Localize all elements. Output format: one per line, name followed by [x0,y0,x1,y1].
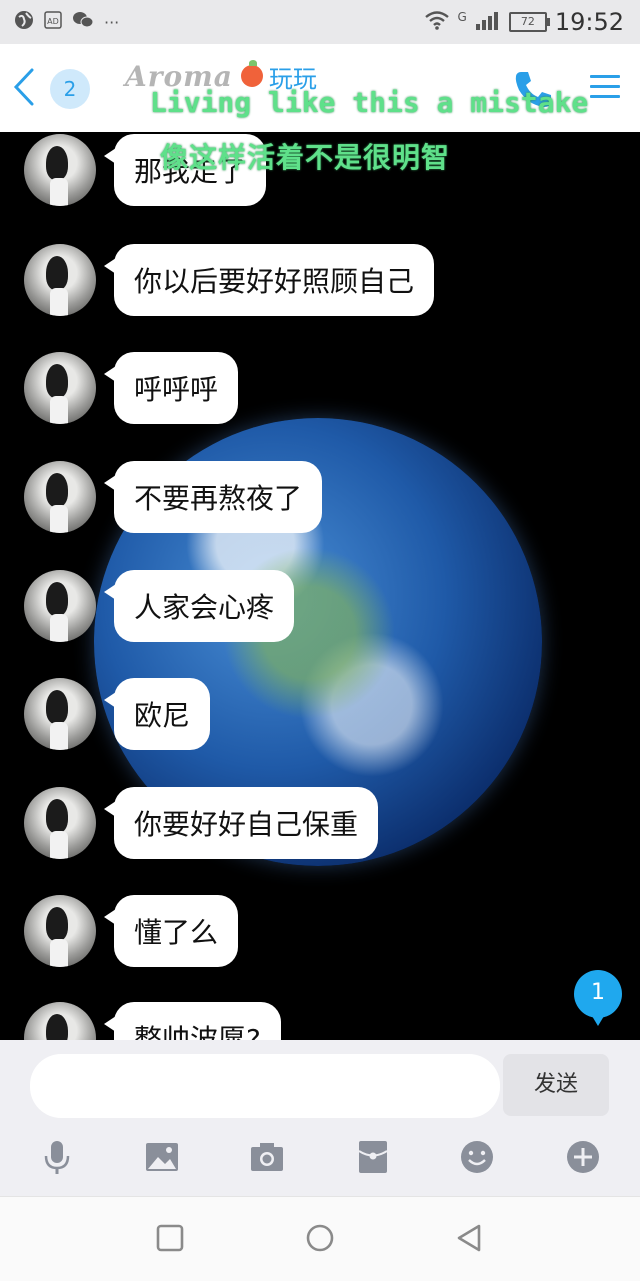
avatar[interactable] [24,570,96,642]
subtitle-chinese: 像这样活着不是很明智 [160,141,451,174]
avatar[interactable] [24,1002,96,1040]
message-bubble[interactable]: 不要再熬夜了 [103,461,323,533]
list-item: 你以后要好好照顾自己 [24,244,435,316]
new-message-badge[interactable]: 1 [574,970,622,1026]
more-dots-icon: ··· [104,12,120,32]
hamburger-menu-icon[interactable] [588,70,622,104]
circle-home-icon[interactable] [303,1221,337,1255]
globe-icon [14,10,34,34]
avatar[interactable] [24,461,96,533]
microphone-icon[interactable] [38,1138,76,1176]
avatar[interactable] [24,244,96,316]
message-input[interactable] [30,1054,500,1118]
avatar[interactable] [24,787,96,859]
plus-icon[interactable] [564,1138,602,1176]
image-icon[interactable] [143,1138,181,1176]
subtitle-english: Living like this a mistake [150,86,589,119]
signal-icon [475,10,501,34]
battery-indicator: 72 [508,12,550,32]
avatar[interactable] [24,134,96,206]
message-bubble[interactable]: 呼呼呼 [103,352,239,424]
network-type: G [457,10,467,24]
triangle-back-icon[interactable] [452,1221,486,1255]
message-bubble[interactable]: 人家会心疼 [103,570,295,642]
message-bubble[interactable]: 欧尼 [103,678,211,750]
wifi-icon [424,10,450,34]
composer: 发送 [0,1040,640,1196]
camera-icon[interactable] [248,1138,286,1176]
composer-toolbar [0,1136,640,1186]
chevron-left-icon[interactable] [6,64,46,110]
status-bar: AD ··· G 72 19:52 [0,0,640,44]
unread-count-badge[interactable]: 2 [50,69,90,109]
peach-emoji-icon [240,60,263,87]
chat-area[interactable]: 那我走了 你以后要好好照顾自己 呼呼呼 不要再熬夜了 人家会心疼 欧尼 你要好好… [0,132,640,1040]
list-item: 你要好好自己保重 [24,787,379,859]
avatar[interactable] [24,352,96,424]
emoji-icon[interactable] [458,1138,496,1176]
message-bubble[interactable]: 整帅波愿? [104,1002,281,1040]
list-item: 懂了么 [24,895,239,967]
avatar[interactable] [24,895,96,967]
square-recent-icon[interactable] [153,1221,187,1255]
message-bubble[interactable]: 你要好好自己保重 [103,787,379,859]
list-item: 不要再熬夜了 [24,461,323,533]
avatar[interactable] [24,678,96,750]
message-bubble[interactable]: 懂了么 [103,895,239,967]
ad-icon: AD [44,11,62,33]
send-button[interactable]: 发送 [503,1054,609,1116]
status-time: 19:52 [554,8,624,36]
list-item: 整帅波愿? [24,1002,281,1040]
list-item: 人家会心疼 [24,570,295,642]
message-bubble[interactable]: 你以后要好好照顾自己 [103,244,435,316]
system-navbar [0,1196,640,1281]
list-item: 欧尼 [24,678,211,750]
svg-text:AD: AD [47,17,59,26]
list-item: 呼呼呼 [24,352,239,424]
wechat-icon [72,11,94,33]
red-packet-icon[interactable] [354,1138,392,1176]
